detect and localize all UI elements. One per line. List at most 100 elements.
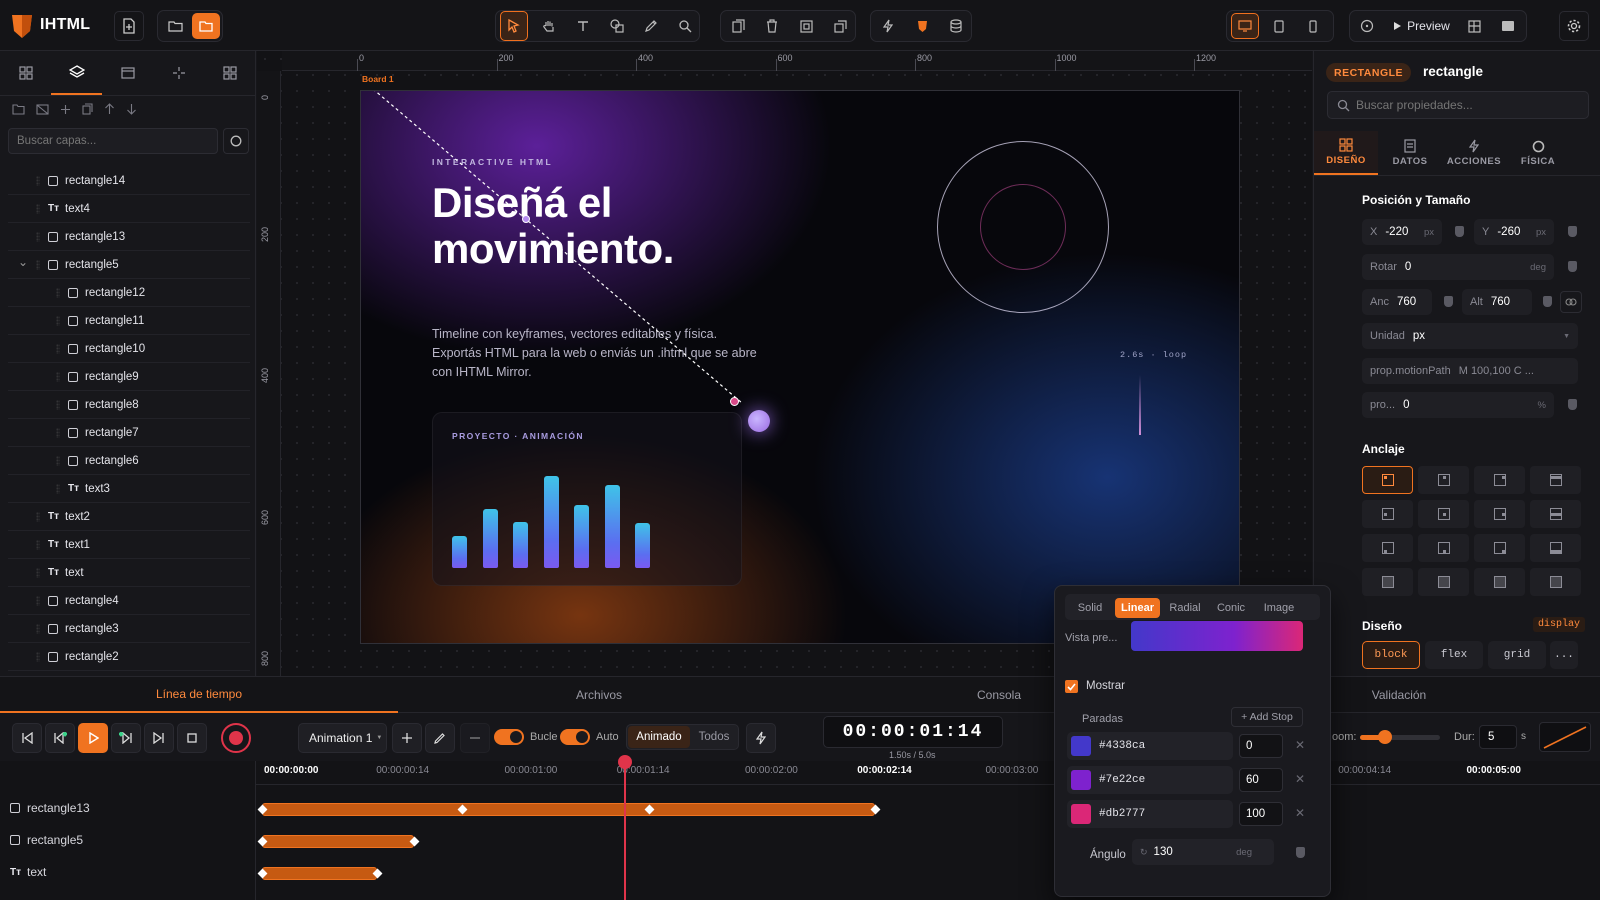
drag-handle-icon[interactable] — [36, 568, 40, 578]
go-end-button[interactable] — [144, 723, 174, 753]
anchor-option[interactable] — [1418, 568, 1469, 596]
zoom-slider-thumb[interactable] — [1378, 730, 1392, 744]
remove-stop-icon[interactable]: ✕ — [1295, 772, 1305, 786]
move-up-icon[interactable] — [104, 103, 115, 115]
drag-handle-icon[interactable] — [36, 176, 40, 186]
layer-row[interactable]: ⌄ rectangle5 — [8, 251, 250, 279]
layer-row[interactable]: rectangle14 — [8, 167, 250, 195]
drag-handle-icon[interactable] — [36, 512, 40, 522]
drag-handle-icon[interactable] — [36, 204, 40, 214]
mirror-button[interactable] — [1494, 13, 1522, 39]
data-button[interactable] — [942, 13, 970, 39]
gradient-stop[interactable]: #7e22ce — [1067, 766, 1233, 794]
remove-stop-icon[interactable]: ✕ — [1295, 806, 1305, 820]
layer-row[interactable]: rectangle10 — [8, 335, 250, 363]
tab-design[interactable]: DISEÑO — [1314, 131, 1378, 175]
y-field[interactable]: Y -260 px — [1474, 219, 1554, 245]
artboard[interactable]: INTERACTIVE HTML Diseñá el movimiento. T… — [360, 90, 1240, 644]
anchor-option[interactable] — [1474, 534, 1525, 562]
anchor-option[interactable] — [1418, 500, 1469, 528]
layer-row[interactable]: Tт text1 — [8, 531, 250, 559]
gradient-stop[interactable]: #4338ca — [1067, 732, 1233, 760]
anchor-option[interactable] — [1362, 500, 1413, 528]
anchor-option[interactable] — [1418, 534, 1469, 562]
duration-input[interactable]: 5 — [1479, 725, 1517, 749]
show-checkbox[interactable] — [1065, 680, 1078, 693]
layer-row[interactable]: rectangle11 — [8, 307, 250, 335]
tab-layers[interactable] — [51, 51, 102, 95]
anchor-option[interactable] — [1474, 466, 1525, 494]
ungroup-button[interactable] — [826, 13, 854, 39]
drag-handle-icon[interactable] — [56, 428, 60, 438]
new-file-button[interactable] — [114, 11, 144, 41]
layer-row[interactable]: rectangle6 — [8, 447, 250, 475]
edit-animation-button[interactable] — [425, 723, 455, 753]
settings-button[interactable] — [1559, 11, 1589, 41]
stop-position-input[interactable]: 0 — [1239, 734, 1283, 758]
layer-search-input[interactable] — [9, 129, 217, 153]
text-tool-button[interactable] — [569, 13, 597, 39]
auto-switch[interactable] — [560, 729, 590, 745]
hide-icon[interactable] — [36, 103, 49, 115]
property-search-input[interactable] — [1356, 92, 1584, 118]
zoom-tool-button[interactable] — [671, 13, 699, 39]
anchor-option[interactable] — [1530, 500, 1581, 528]
tablet-view-button[interactable] — [1265, 13, 1293, 39]
x-lock-icon[interactable] — [1455, 226, 1464, 237]
new-folder-icon[interactable] — [12, 103, 25, 115]
path-node-1[interactable] — [522, 215, 530, 223]
rotate-field[interactable]: Rotar 0 deg — [1362, 254, 1554, 280]
loop-toggle[interactable]: Bucle — [494, 729, 558, 745]
layer-row[interactable]: Tт text3 — [8, 475, 250, 503]
motion-path-field[interactable]: prop.motionPath M 100,100 C ... — [1362, 358, 1578, 384]
width-field[interactable]: Anc 760 — [1362, 289, 1432, 315]
add-icon[interactable] — [60, 103, 71, 115]
layer-row[interactable]: rectangle7 — [8, 419, 250, 447]
filter-all-button[interactable]: Todos — [692, 726, 736, 748]
y-lock-icon[interactable] — [1568, 226, 1577, 237]
record-button[interactable] — [221, 723, 251, 753]
playhead-knob[interactable] — [617, 755, 632, 769]
stop-color-hex[interactable]: #db2777 — [1099, 808, 1145, 820]
tab-pages[interactable] — [102, 51, 153, 95]
anchor-option[interactable] — [1418, 466, 1469, 494]
layer-row[interactable]: Tт text2 — [8, 503, 250, 531]
shape-tool-button[interactable] — [603, 13, 631, 39]
tab-physics[interactable]: FÍSICA — [1506, 131, 1570, 175]
export-button[interactable] — [1460, 13, 1488, 39]
path-node-2[interactable] — [730, 397, 739, 406]
drag-handle-icon[interactable] — [36, 540, 40, 550]
open-button[interactable] — [161, 13, 189, 39]
tab-effects[interactable] — [153, 51, 204, 95]
progress-lock-icon[interactable] — [1568, 399, 1577, 410]
rotate-lock-icon[interactable] — [1568, 261, 1577, 272]
easing-curve-preview[interactable] — [1539, 722, 1591, 752]
fill-solid-tab[interactable]: Solid — [1068, 598, 1112, 618]
stop-color-swatch[interactable] — [1071, 804, 1091, 824]
stop-color-hex[interactable]: #4338ca — [1099, 740, 1145, 752]
layer-row[interactable]: rectangle12 — [8, 279, 250, 307]
tab-timeline[interactable]: Línea de tiempo — [0, 677, 398, 713]
inner-ring[interactable] — [980, 184, 1066, 270]
anchor-option[interactable] — [1530, 466, 1581, 494]
anchor-option[interactable] — [1530, 534, 1581, 562]
auto-toggle[interactable]: Auto — [560, 729, 619, 745]
display-flex-button[interactable]: flex — [1425, 641, 1483, 669]
next-keyframe-button[interactable] — [111, 723, 141, 753]
gradient-preview[interactable] — [1131, 621, 1303, 651]
stop-color-hex[interactable]: #7e22ce — [1099, 774, 1145, 786]
stop-button[interactable] — [177, 723, 207, 753]
loop-switch[interactable] — [494, 729, 524, 745]
unit-select[interactable]: Unidad px ▼ — [1362, 323, 1578, 349]
tab-assets[interactable] — [204, 51, 255, 95]
drag-handle-icon[interactable] — [56, 456, 60, 466]
timeline[interactable]: 00:00:00:00 00:00:00:14 00:00:01:00 00:00:0… — [0, 755, 1600, 900]
chevron-down-icon[interactable]: ⌄ — [18, 255, 28, 269]
anchor-option[interactable] — [1474, 500, 1525, 528]
timeline-track-label[interactable]: Tт text — [0, 857, 256, 887]
play-button[interactable] — [78, 723, 108, 753]
anchor-option[interactable] — [1362, 466, 1413, 494]
fill-radial-tab[interactable]: Radial — [1163, 598, 1207, 618]
timeline-track-label[interactable]: rectangle13 — [0, 793, 256, 823]
add-stop-button[interactable]: + Add Stop — [1231, 707, 1303, 727]
